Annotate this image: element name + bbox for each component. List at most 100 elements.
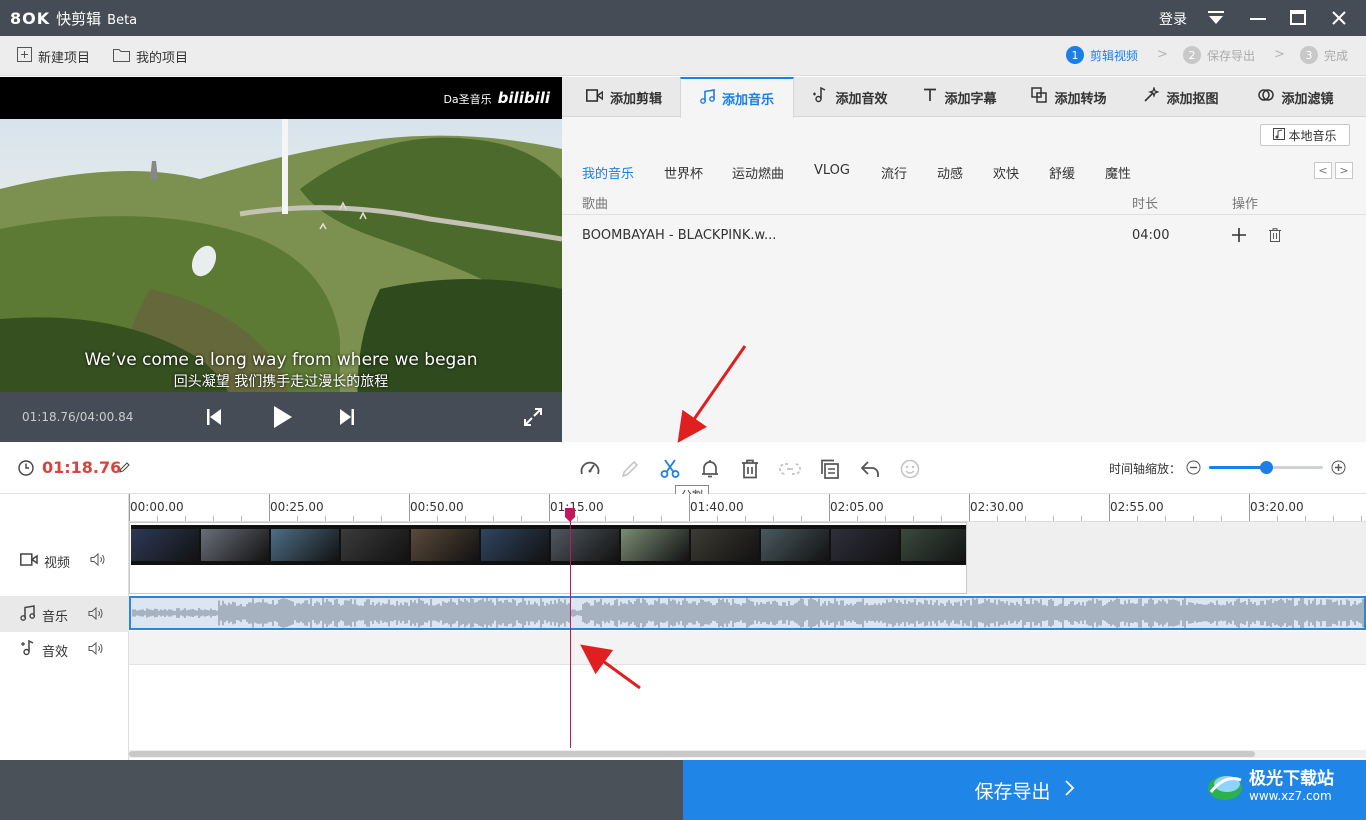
tab-music-note[interactable]: 添加音乐: [680, 77, 794, 118]
ruler-minor-tick: [213, 516, 214, 521]
ruler-minor-tick: [297, 516, 298, 521]
video-preview[interactable]: Da圣音乐 bilibili We’ve come a long way fro…: [0, 77, 562, 442]
time-ruler[interactable]: 00:00.00 00:25.00 00:50.00 01:15.00 01:40.00…: [129, 494, 1366, 522]
previous-frame-icon[interactable]: [207, 408, 221, 430]
tab-video-camera[interactable]: 添加剪辑: [568, 77, 680, 117]
ruler-tick-label: 02:30.00: [970, 500, 1024, 514]
bell-icon[interactable]: [699, 458, 721, 480]
my-projects-button[interactable]: 我的项目: [113, 47, 188, 66]
next-frame-icon[interactable]: [340, 408, 354, 430]
music-category[interactable]: 我的音乐: [582, 163, 634, 182]
scissors-icon[interactable]: [659, 458, 681, 480]
edit-time-icon[interactable]: [119, 462, 130, 477]
step-edit: 1 剪辑视频: [1066, 46, 1138, 64]
music-category[interactable]: VLOG: [814, 163, 850, 178]
subtitle-chinese: 回头凝望 我们携手走过漫长的旅程: [173, 374, 389, 390]
new-project-label: 新建项目: [38, 51, 91, 66]
song-table-header: 歌曲 时长 操作: [562, 187, 1366, 215]
zoom-in-icon[interactable]: [1331, 460, 1346, 479]
fullscreen-icon[interactable]: [524, 408, 542, 430]
video-thumbnail: [761, 529, 829, 561]
resource-panel: 添加剪辑 添加音乐 添加音效 添加字幕 添加转场 添加抠图 添加滤镜 本地音乐 我的音乐 世界…: [562, 77, 1366, 442]
ruler-minor-tick: [605, 516, 606, 521]
tab-sound-effect[interactable]: 添加音效: [794, 77, 906, 117]
music-clip[interactable]: [129, 596, 1366, 630]
login-link[interactable]: 登录: [1159, 9, 1187, 29]
plus-square-icon: [17, 47, 32, 66]
speed-icon[interactable]: [579, 458, 601, 480]
add-song-icon[interactable]: [1232, 228, 1246, 246]
video-thumbnail: [481, 529, 549, 561]
speaker-icon[interactable]: [88, 641, 103, 659]
text-t-icon: [923, 88, 937, 106]
step-label: 完成: [1324, 48, 1349, 63]
tab-label: 添加剪辑: [609, 91, 662, 107]
ruler-minor-tick: [913, 516, 914, 521]
column-duration: 时长: [1132, 197, 1159, 212]
column-song: 歌曲: [582, 197, 609, 212]
subtitle-english: We’ve come a long way from where we bega…: [84, 350, 478, 370]
unlink-icon: [779, 458, 801, 480]
ruler-minor-tick: [773, 516, 774, 521]
music-category[interactable]: 世界杯: [664, 163, 703, 182]
magic-wand-icon: [1143, 86, 1161, 107]
music-category[interactable]: 流行: [881, 163, 907, 182]
sfx-track-area: [129, 631, 1366, 665]
tab-label: 添加抠图: [1166, 91, 1219, 107]
ruler-minor-tick: [1333, 516, 1334, 521]
music-note-icon: [20, 605, 36, 625]
close-icon[interactable]: [1331, 10, 1347, 26]
step-number: 1: [1066, 46, 1084, 64]
filter-icon: [1258, 87, 1275, 107]
song-duration: 04:00: [1132, 228, 1170, 243]
music-category[interactable]: 运动燃曲: [732, 163, 784, 182]
ruler-minor-tick: [353, 516, 354, 521]
music-category[interactable]: 舒缓: [1049, 163, 1075, 182]
scrollbar-thumb[interactable]: [129, 751, 1255, 757]
ruler-minor-tick: [465, 516, 466, 521]
zoom-slider[interactable]: [1209, 461, 1323, 474]
music-category[interactable]: 动感: [937, 163, 963, 182]
waveform-bars: [132, 598, 1364, 628]
minimize-icon[interactable]: [1250, 8, 1266, 28]
timeline-scrollbar[interactable]: [129, 750, 1366, 758]
trash-icon[interactable]: [739, 458, 761, 480]
current-time: 01:18.76: [42, 458, 122, 477]
sfx-track-label: 音效: [42, 644, 69, 660]
video-thumbnail: [341, 529, 409, 561]
music-category[interactable]: 欢快: [993, 163, 1019, 182]
menu-dropdown-icon[interactable]: [1208, 11, 1224, 25]
playhead-handle[interactable]: [565, 508, 575, 522]
category-next-button[interactable]: >: [1335, 162, 1353, 179]
local-music-button[interactable]: 本地音乐: [1260, 124, 1350, 146]
delete-song-icon[interactable]: [1269, 228, 1281, 246]
tab-transition[interactable]: 添加转场: [1014, 77, 1124, 117]
speaker-icon[interactable]: [88, 606, 103, 624]
subtitle-block: We’ve come a long way from where we bega…: [0, 348, 562, 392]
category-prev-button[interactable]: <: [1314, 162, 1332, 179]
speaker-icon[interactable]: [90, 552, 105, 570]
tab-text-t[interactable]: 添加字幕: [906, 77, 1014, 117]
chevron-right-icon: >: [1157, 47, 1168, 62]
new-project-button[interactable]: 新建项目: [17, 47, 90, 66]
song-name: BOOMBAYAH - BLACKPINK.w...: [582, 228, 777, 243]
ruler-tick-label: 00:50.00: [410, 500, 464, 514]
tab-magic-wand[interactable]: 添加抠图: [1124, 77, 1238, 117]
undo-icon[interactable]: [859, 458, 881, 480]
zoom-out-icon[interactable]: [1186, 460, 1201, 479]
ruler-minor-tick: [997, 516, 998, 521]
ruler-minor-tick: [1361, 516, 1362, 521]
ruler-minor-tick: [661, 516, 662, 521]
video-track-empty: [967, 522, 1366, 594]
music-category[interactable]: 魔性: [1105, 163, 1131, 182]
play-icon[interactable]: [273, 405, 293, 433]
zoom-slider-handle[interactable]: [1260, 461, 1273, 474]
table-row[interactable]: BOOMBAYAH - BLACKPINK.w... 04:00: [562, 217, 1366, 255]
ruler-tick-label: 01:40.00: [690, 500, 744, 514]
tab-filter[interactable]: 添加滤镜: [1238, 77, 1354, 117]
video-clip[interactable]: [129, 522, 967, 594]
copy-icon[interactable]: [819, 458, 841, 480]
ruler-minor-tick: [185, 516, 186, 521]
ruler-minor-tick: [1025, 516, 1026, 521]
maximize-icon[interactable]: [1290, 10, 1306, 26]
